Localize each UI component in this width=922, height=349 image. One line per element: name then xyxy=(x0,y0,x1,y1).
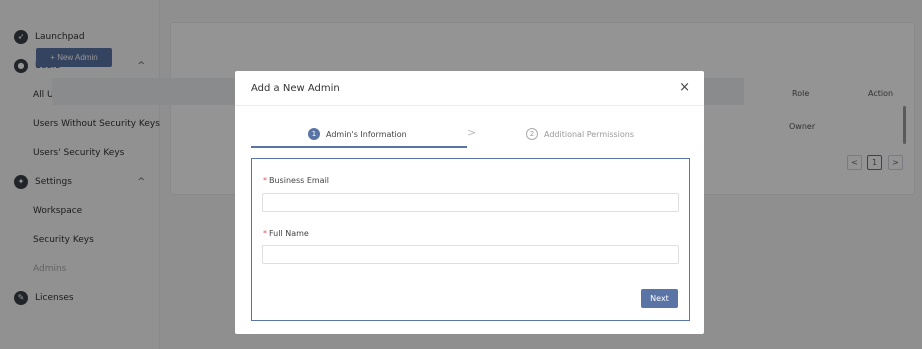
step-number-badge: 2 xyxy=(526,128,538,140)
close-icon[interactable]: × xyxy=(679,80,690,95)
active-step-indicator xyxy=(251,146,467,148)
field-label-text: Business Email xyxy=(269,176,330,185)
full-name-field[interactable] xyxy=(262,245,679,264)
admin-form: * Business Email * Full Name Next xyxy=(251,158,690,321)
modal-title: Add a New Admin xyxy=(251,83,340,94)
business-email-label: * Business Email xyxy=(263,176,329,185)
step-additional-permissions[interactable]: 2 Additional Permissions xyxy=(526,128,634,140)
business-email-field[interactable] xyxy=(262,193,679,212)
full-name-label: * Full Name xyxy=(263,229,309,238)
required-marker: * xyxy=(263,229,267,238)
step-number-badge: 1 xyxy=(308,128,320,140)
required-marker: * xyxy=(263,176,267,185)
next-button[interactable]: Next xyxy=(641,289,678,308)
modal-divider xyxy=(235,105,704,106)
chevron-right-icon: > xyxy=(467,126,477,139)
add-admin-modal: Add a New Admin × 1 Admin's Information … xyxy=(235,71,704,334)
step-label: Admin's Information xyxy=(326,129,407,139)
step-admin-information[interactable]: 1 Admin's Information xyxy=(308,128,407,140)
field-label-text: Full Name xyxy=(269,229,309,238)
step-label: Additional Permissions xyxy=(544,129,635,139)
